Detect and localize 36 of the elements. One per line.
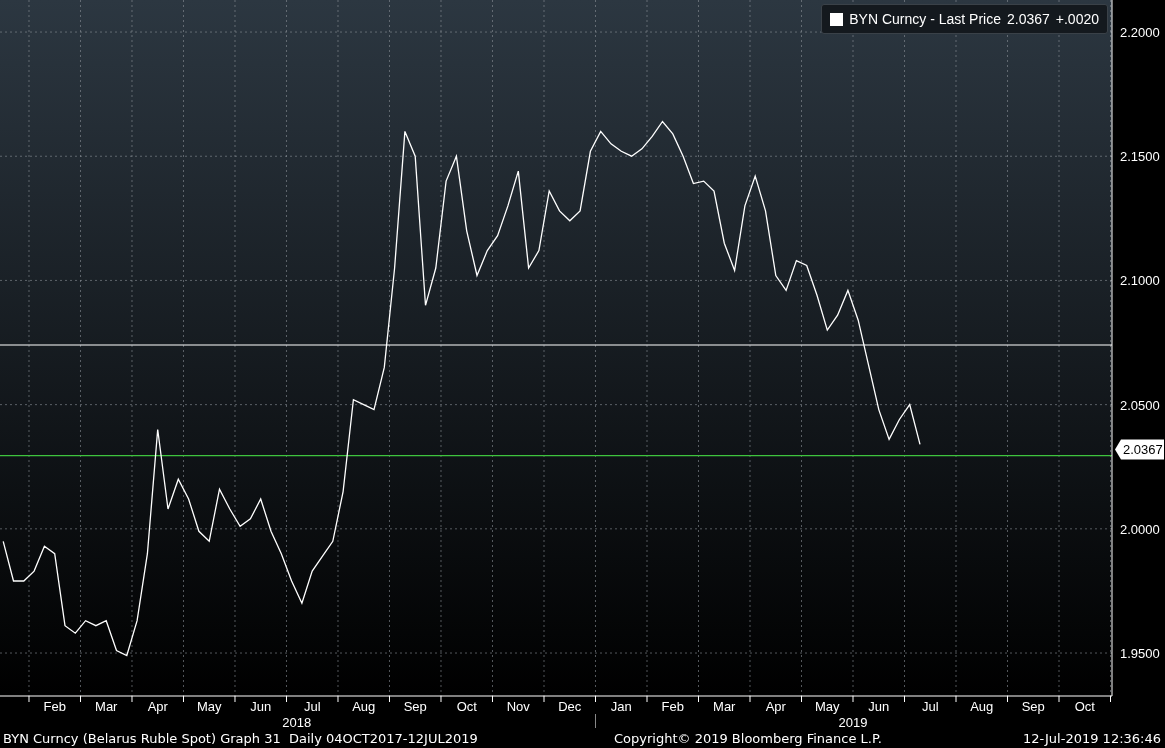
- timestamp: 12-Jul-2019 12:36:46: [1023, 730, 1161, 746]
- axis-label: Jul: [921, 699, 939, 714]
- year-label: 2018: [282, 715, 312, 728]
- axis-label: Oct: [1074, 699, 1095, 714]
- legend-value: 2.0367: [1006, 11, 1050, 27]
- axis-label: Sep: [403, 699, 427, 714]
- axis-label: Mar: [95, 699, 118, 714]
- axis-label: Sep: [1021, 699, 1045, 714]
- axis-label: Nov: [506, 699, 530, 714]
- axis-label: Apr: [147, 699, 168, 714]
- legend-label: BYN Curncy - Last Price: [849, 11, 1001, 27]
- axis-label: May: [196, 699, 222, 714]
- axis-label: Aug: [970, 699, 994, 714]
- axis-label: Jun: [868, 699, 890, 714]
- axis-label: Apr: [765, 699, 786, 714]
- axis-label: May: [814, 699, 840, 714]
- axis-label: 2.0000: [1120, 521, 1160, 537]
- axis-label: 2.1500: [1120, 149, 1160, 165]
- axis-label: Feb: [661, 699, 684, 714]
- axis-label: 1.9500: [1120, 646, 1160, 662]
- copyright-text: Copyright© 2019 Bloomberg Finance L.P.: [614, 730, 883, 746]
- axis-label: Feb: [43, 699, 66, 714]
- year-label: 2019: [838, 715, 868, 728]
- axis-label: Jul: [303, 699, 321, 714]
- axis-label: 2.0500: [1120, 397, 1160, 413]
- axis-label: Jan: [610, 699, 632, 714]
- axis-label: Aug: [352, 699, 376, 714]
- axis-label: 2.1000: [1120, 273, 1160, 289]
- legend-change: +.0020: [1055, 11, 1099, 27]
- axis-label: Oct: [456, 699, 477, 714]
- chart-description: BYN Curncy (Belarus Ruble Spot) Graph 31 Daily 04OCT2017-12JUL2019: [3, 730, 479, 746]
- axis-label: 2.2000: [1120, 25, 1160, 41]
- axis-label: Jun: [250, 699, 272, 714]
- price-tag: 2.0367: [1115, 439, 1164, 460]
- axis-label: Mar: [713, 699, 736, 714]
- axis-label: Dec: [558, 699, 582, 714]
